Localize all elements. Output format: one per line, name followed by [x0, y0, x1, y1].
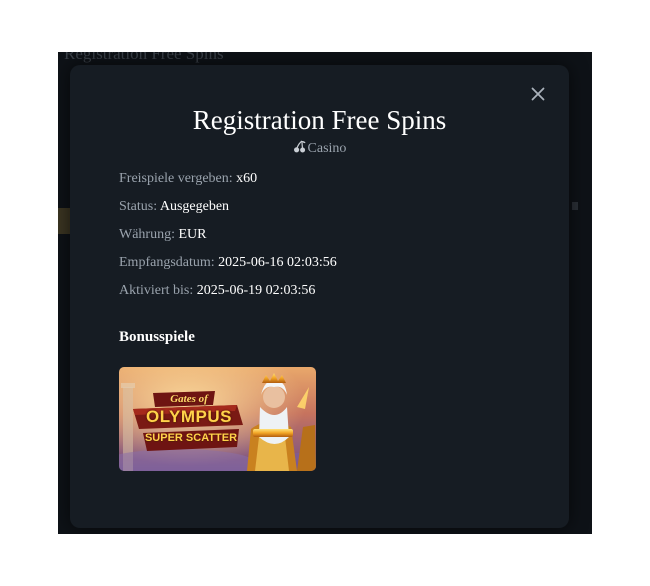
detail-row-status: Status: Ausgegeben — [119, 198, 337, 226]
detail-label: Empfangsdatum: — [119, 255, 215, 270]
close-icon[interactable] — [529, 85, 547, 103]
detail-label: Status: — [119, 199, 158, 214]
detail-value: 2025-06-16 02:03:56 — [218, 255, 337, 270]
detail-value: Ausgegeben — [159, 199, 230, 214]
background-element — [58, 208, 70, 234]
detail-row-active-until: Aktiviert bis: 2025-06-19 02:03:56 — [119, 282, 337, 310]
game-title-line3: SUPER SCATTER — [144, 432, 238, 444]
detail-row-currency: Währung: EUR — [119, 226, 337, 254]
background-page-title: Registration Free Spins — [64, 52, 224, 63]
category-label: Casino — [307, 141, 347, 156]
detail-label: Aktiviert bis: — [119, 283, 194, 298]
detail-label: Währung: — [119, 227, 175, 242]
close-button[interactable] — [529, 85, 547, 103]
detail-value: x60 — [236, 171, 258, 186]
bonus-category: Casino — [70, 140, 569, 159]
detail-value: EUR — [178, 227, 207, 242]
modal-title: Registration Free Spins — [192, 105, 447, 135]
bonus-details-list: Freispiele vergeben: x60 Status: Ausgege… — [119, 170, 337, 310]
detail-value: 2025-06-19 02:03:56 — [196, 283, 316, 298]
bonus-details-modal: Registration Free Spins Casino Freispiel… — [70, 65, 569, 528]
cherry-icon — [293, 140, 306, 159]
game-title-line2: OLYMPUS — [145, 407, 232, 426]
game-card-gates-of-olympus[interactable]: Gates of OLYMPUS SUPER SCATTER — [119, 367, 316, 471]
bonus-games-heading: Bonusspiele — [119, 329, 195, 345]
background-element — [572, 202, 578, 210]
page-backdrop: Registration Free Spins Registration Fre… — [58, 52, 592, 534]
game-title-line1: Gates of — [170, 393, 208, 405]
detail-row-freespins: Freispiele vergeben: x60 — [119, 170, 337, 198]
detail-row-received-date: Empfangsdatum: 2025-06-16 02:03:56 — [119, 254, 337, 282]
detail-label: Freispiele vergeben: — [119, 171, 233, 186]
